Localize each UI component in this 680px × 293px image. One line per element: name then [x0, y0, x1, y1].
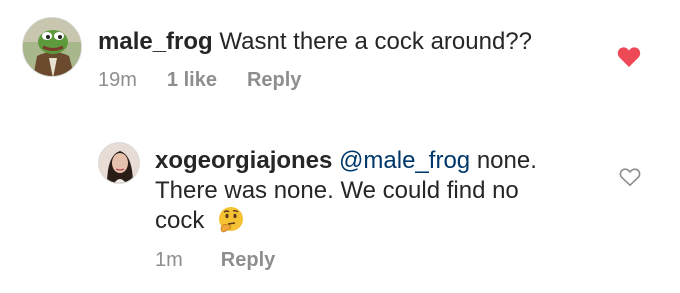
reply-button[interactable]: Reply: [221, 249, 275, 272]
reply-button[interactable]: Reply: [247, 69, 301, 92]
comment-timestamp: 19m: [98, 69, 137, 91]
mention-link[interactable]: @male_frog: [339, 147, 470, 174]
comment-message: Wasnt there a cock around??: [219, 28, 532, 55]
comment-username[interactable]: male_frog: [98, 28, 213, 55]
reply-text: xogeorgiajones @male_frog none. There wa…: [155, 146, 537, 236]
avatar[interactable]: [22, 17, 82, 77]
comment-message-line2: There was none. We could find no: [155, 177, 519, 204]
woman-avatar-icon: [99, 143, 139, 183]
thinking-face-emoji-icon: [219, 207, 244, 233]
comment-message-line3: cock: [155, 207, 205, 234]
comment-text: male_frog Wasnt there a cock around??: [98, 27, 532, 57]
comment-timestamp: 1m: [155, 249, 183, 271]
frog-avatar-icon: [23, 18, 81, 76]
comment-meta: 1m Reply: [155, 249, 275, 272]
comment-message-line1: none.: [476, 147, 537, 174]
heart-outline-icon[interactable]: [619, 167, 641, 187]
heart-filled-icon[interactable]: [617, 46, 641, 68]
avatar[interactable]: [98, 142, 140, 184]
comment-meta: 19m 1 like Reply: [98, 69, 301, 92]
comment-xogeorgiajones: xogeorgiajones @male_frog none. There wa…: [0, 130, 680, 293]
like-count[interactable]: 1 like: [167, 69, 217, 92]
comment-male-frog: male_frog Wasnt there a cock around?? 19…: [0, 0, 680, 110]
comment-username[interactable]: xogeorgiajones: [155, 147, 332, 174]
